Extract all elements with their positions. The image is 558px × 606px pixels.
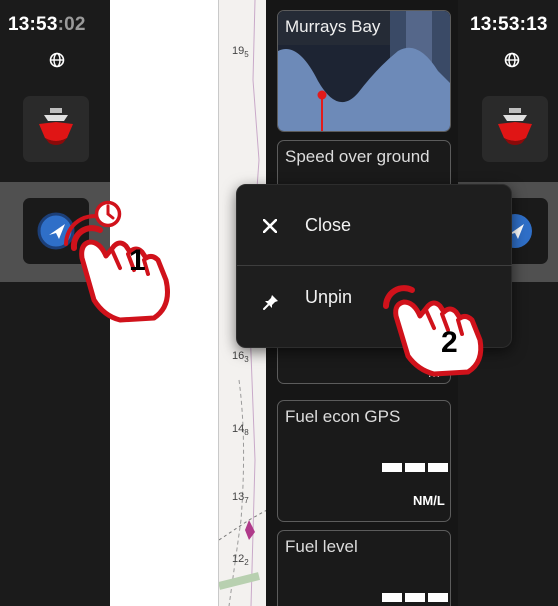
value-dash (382, 463, 402, 472)
value-dash (382, 593, 402, 602)
depth-label: 148 (232, 423, 249, 438)
widget-title: Murrays Bay (285, 17, 381, 36)
depth-label: 195 (232, 45, 249, 60)
step-number-2: 2 (441, 326, 458, 359)
unpin-label: Unpin (305, 287, 353, 307)
widget-title: Fuel econ GPS (285, 407, 401, 426)
pin-icon (263, 295, 278, 310)
depth-label: 122 (232, 553, 249, 568)
close-label: Close (305, 215, 352, 235)
globe-icon[interactable] (49, 52, 65, 68)
close-menu-item[interactable]: Close (237, 191, 513, 261)
depth-label: 163 (232, 350, 249, 365)
fuel-econ-widget[interactable]: Fuel econ GPS NM/L (277, 400, 451, 522)
clock-icon (94, 200, 122, 228)
hand-pointer-icon (64, 214, 170, 323)
widget-title: Fuel level (285, 537, 358, 556)
value-dash (405, 463, 425, 472)
widget-title: Speed over ground (285, 147, 430, 166)
menu-divider (237, 265, 513, 266)
clock: 13:53:13 (470, 14, 548, 35)
boat-sonar-icon (39, 108, 73, 145)
value-dash (428, 593, 448, 602)
sonar-app-tile[interactable] (482, 96, 548, 162)
sonar-app-tile[interactable] (23, 96, 89, 162)
globe-icon[interactable] (504, 52, 520, 68)
tide-widget[interactable]: Murrays Bay Murrays Bay (277, 10, 451, 132)
value-dash (405, 593, 425, 602)
clock: 13:53:02 (8, 14, 86, 35)
hand-pointer-icon (383, 285, 484, 377)
close-icon (263, 219, 277, 233)
boat-sonar-icon (498, 108, 532, 145)
step-number-1: 1 (129, 244, 146, 277)
fuel-level-widget[interactable]: Fuel level (277, 530, 451, 606)
unit-label: NM/L (413, 493, 445, 508)
value-dash (428, 463, 448, 472)
depth-label: 137 (232, 491, 249, 506)
